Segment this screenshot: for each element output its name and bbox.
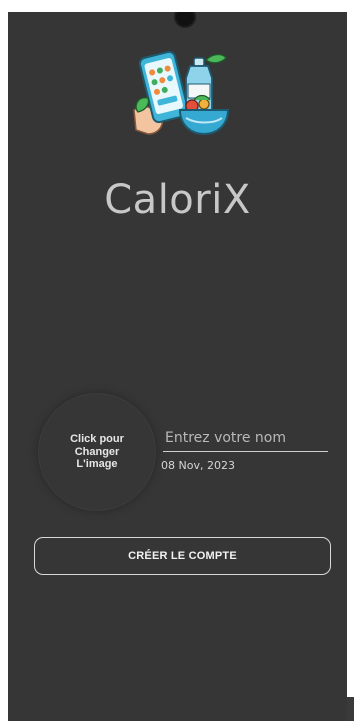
- app-screen: CaloriX Click pour Changer L'image 08 No…: [8, 12, 347, 721]
- app-title: CaloriX: [104, 177, 251, 223]
- avatar-picker-button[interactable]: Click pour Changer L'image: [39, 394, 155, 510]
- edge-artifact: [347, 697, 354, 721]
- front-camera: [174, 12, 196, 28]
- create-account-button[interactable]: CRÉER LE COMPTE: [34, 537, 331, 575]
- app-logo-icon: [133, 50, 230, 136]
- date-label: 08 Nov, 2023: [161, 459, 235, 472]
- name-input[interactable]: [163, 428, 328, 452]
- avatar-picker-label: Click pour Changer L'image: [70, 433, 124, 471]
